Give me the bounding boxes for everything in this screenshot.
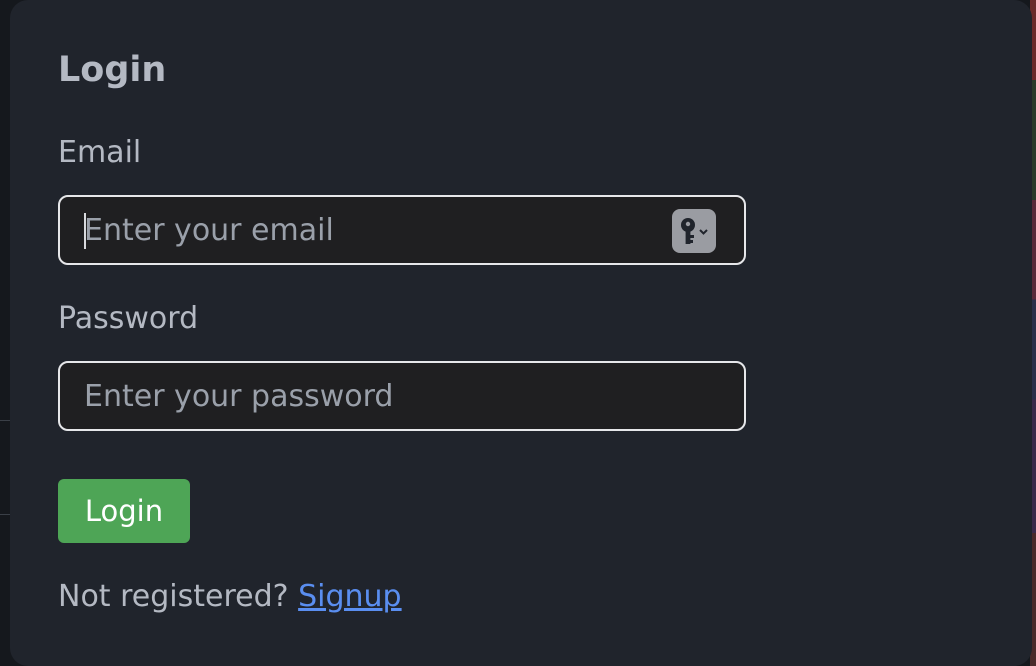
key-icon — [681, 218, 708, 244]
chevron-down-icon — [699, 229, 708, 235]
signup-prompt-row: Not registered? Signup — [58, 576, 402, 618]
email-label: Email — [58, 135, 142, 170]
email-input[interactable] — [60, 197, 744, 263]
signup-link[interactable]: Signup — [298, 579, 402, 614]
login-modal: Login Email Password Login Not registere… — [10, 0, 1032, 666]
login-button[interactable]: Login — [58, 479, 190, 543]
password-input[interactable] — [60, 363, 744, 429]
email-field-container — [58, 195, 746, 265]
password-label: Password — [58, 301, 199, 336]
signup-prompt-text: Not registered? — [58, 579, 289, 614]
password-manager-button[interactable] — [672, 209, 716, 253]
text-cursor — [84, 213, 86, 249]
modal-title: Login — [58, 50, 167, 90]
password-field-container — [58, 361, 746, 431]
